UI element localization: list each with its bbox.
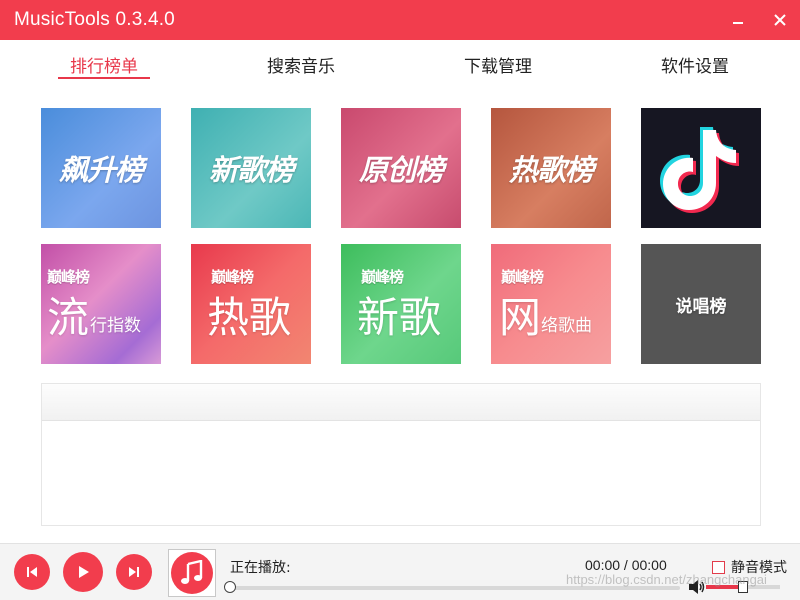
now-playing-label: 正在播放: [230, 560, 291, 576]
song-list-panel [41, 383, 761, 526]
main-tabs: 排行榜单 搜索音乐 下载管理 软件设置 [0, 40, 800, 90]
minimize-icon [733, 22, 743, 24]
tab-settings[interactable]: 软件设置 [657, 52, 733, 77]
chart-tile-peak-new-songs[interactable]: 巅峰榜 新歌 [341, 244, 461, 364]
title-bar: MusicTools 0.3.4.0 [0, 0, 800, 40]
watermark: https://blog.csdn.net/zhangchangai [566, 572, 767, 587]
tile-small-text: 行指数 [90, 316, 141, 336]
music-note-icon [181, 560, 203, 584]
chart-tile-hot-songs[interactable]: 热歌榜 [491, 108, 611, 228]
play-icon [79, 566, 89, 578]
chart-tile-peak-internet-songs[interactable]: 巅峰榜 网 络歌曲 [491, 244, 611, 364]
tile-big-text: 网 [499, 293, 542, 342]
previous-button[interactable] [14, 554, 50, 590]
chart-tile-label: 热歌榜 [508, 153, 594, 187]
album-cover[interactable] [168, 549, 216, 597]
close-button[interactable] [768, 8, 792, 32]
app-title: MusicTools 0.3.4.0 [14, 9, 175, 30]
next-button[interactable] [116, 554, 152, 590]
chart-tile-peak-popular-index[interactable]: 巅峰榜 流 行指数 [41, 244, 161, 364]
close-icon [774, 14, 786, 26]
song-list-header [42, 384, 760, 421]
tab-search-music[interactable]: 搜索音乐 [263, 52, 339, 77]
skip-next-icon [129, 567, 139, 577]
tiktok-icon [660, 127, 739, 213]
tile-big-text: 新歌 [357, 293, 442, 342]
tab-download-manager[interactable]: 下载管理 [460, 52, 536, 77]
active-tab-indicator [58, 77, 150, 79]
chart-tile-rap[interactable]: 说唱榜 [641, 244, 761, 364]
tile-big-text: 热歌 [207, 293, 292, 342]
chart-tile-new-songs[interactable]: 新歌榜 [191, 108, 311, 228]
chart-tile-label: 说唱榜 [675, 296, 727, 317]
chart-tile-original[interactable]: 原创榜 [341, 108, 461, 228]
progress-slider-handle[interactable] [224, 581, 236, 593]
playback-time: 00:00 / 00:00 [585, 557, 667, 573]
play-button[interactable] [63, 552, 103, 592]
chart-tile-label: 飙升榜 [58, 153, 144, 187]
tile-small-text: 络歌曲 [541, 316, 592, 336]
skip-previous-icon [27, 567, 37, 577]
minimize-button[interactable] [726, 8, 750, 32]
chart-tile-label: 原创榜 [358, 153, 444, 187]
tile-big-text: 流 [47, 293, 90, 342]
chart-tile-tiktok[interactable] [641, 108, 761, 228]
chart-tile-peak-hot-songs[interactable]: 巅峰榜 热歌 [191, 244, 311, 364]
tab-charts[interactable]: 排行榜单 [66, 52, 142, 77]
chart-tile-label: 新歌榜 [208, 153, 294, 187]
chart-tile-soaring[interactable]: 飙升榜 [41, 108, 161, 228]
